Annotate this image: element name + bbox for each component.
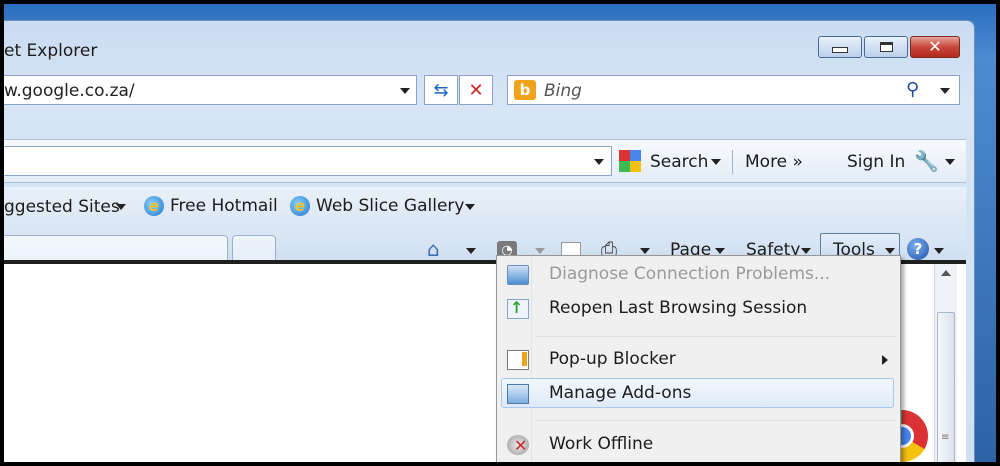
wrench-icon[interactable]: 🔧 <box>914 149 939 173</box>
search-icon[interactable]: ⚲ <box>906 79 919 100</box>
fav-suggested-label: ggested Sites <box>4 197 120 217</box>
address-bar[interactable]: w.google.co.za/ <box>4 75 417 105</box>
address-dropdown-icon[interactable] <box>400 88 410 94</box>
favorites-bar: ggested Sites e Free Hotmail e Web Slice G… <box>4 187 966 227</box>
maximize-button[interactable] <box>864 36 908 58</box>
manage-addons-icon <box>507 384 529 404</box>
more-button[interactable]: More » <box>745 152 803 172</box>
menu-item-label: Reopen Last Browsing Session <box>549 298 808 318</box>
menu-separator <box>537 420 895 421</box>
fav-suggested-sites[interactable]: ggested Sites <box>4 197 120 217</box>
work-offline-icon: ✕ <box>507 435 529 455</box>
menu-item-label: Pop-up Blocker <box>549 349 676 369</box>
screen-frame: et Explorer ✕ w.google.co.za/ ⇆ ✕ b Bing… <box>0 0 1000 466</box>
ie-page-icon: e <box>144 196 164 216</box>
menu-item-popup-blocker[interactable]: Pop-up Blocker <box>497 345 900 375</box>
google-logo-icon <box>619 150 641 172</box>
google-field-dropdown-icon[interactable] <box>594 159 604 165</box>
minimize-icon <box>832 47 848 53</box>
window-title: et Explorer <box>4 41 98 61</box>
feeds-dropdown-icon[interactable] <box>535 248 545 254</box>
tools-dropdown-icon <box>885 248 895 254</box>
google-toolbar: Search More » Sign In 🔧 <box>4 139 966 183</box>
menu-item-label: Manage Add-ons <box>549 383 692 403</box>
home-icon[interactable]: ⌂ <box>427 237 440 261</box>
maximize-icon <box>879 42 893 52</box>
bing-logo-icon: b <box>514 80 536 100</box>
print-dropdown-icon[interactable] <box>640 248 650 254</box>
popup-blocker-icon <box>507 350 529 370</box>
menu-item-label: Work Offline <box>549 434 654 454</box>
network-diagnose-icon <box>507 265 529 285</box>
suggested-sites-dropdown-icon[interactable] <box>116 204 126 210</box>
google-search-button[interactable]: Search <box>650 152 708 172</box>
wrench-dropdown-icon[interactable] <box>945 159 955 165</box>
web-slice-dropdown-icon[interactable] <box>465 204 475 210</box>
menu-item-manage-addons[interactable]: Manage Add-ons <box>501 378 894 408</box>
refresh-button[interactable]: ⇆ <box>424 75 458 105</box>
stop-icon: ✕ <box>468 79 484 101</box>
fav-webslice-label: Web Slice Gallery <box>316 196 465 216</box>
menu-item-reopen-session[interactable]: ↑ Reopen Last Browsing Session <box>497 294 900 324</box>
safety-dropdown-icon[interactable] <box>801 248 811 254</box>
page-dropdown-icon[interactable] <box>715 248 725 254</box>
read-mail-icon[interactable] <box>561 242 581 256</box>
close-icon: ✕ <box>928 37 942 56</box>
help-icon[interactable]: ? <box>907 238 929 260</box>
fav-free-hotmail[interactable]: e Free Hotmail <box>144 196 278 216</box>
stop-button[interactable]: ✕ <box>459 75 493 105</box>
scroll-up-icon[interactable] <box>941 270 951 276</box>
search-dropdown-icon[interactable] <box>940 88 950 94</box>
menu-item-work-offline[interactable]: ✕ Work Offline <box>497 430 900 460</box>
minimize-button[interactable] <box>818 36 862 58</box>
scrollbar-thumb[interactable]: ≡ <box>937 312 955 462</box>
home-dropdown-icon[interactable] <box>466 248 476 254</box>
address-url: w.google.co.za/ <box>4 81 135 101</box>
menu-separator <box>537 336 895 337</box>
caption-buttons: ✕ <box>818 36 960 58</box>
submenu-arrow-icon <box>882 355 888 365</box>
fav-web-slice-gallery[interactable]: e Web Slice Gallery <box>290 196 464 216</box>
menu-item-diagnose-connection[interactable]: Diagnose Connection Problems... <box>497 260 900 290</box>
toolbar-separator <box>732 150 733 174</box>
search-box[interactable]: b Bing ⚲ <box>507 75 960 105</box>
vertical-scrollbar[interactable]: ≡ <box>934 264 957 462</box>
google-search-field[interactable] <box>4 146 612 176</box>
ie-page-icon: e <box>290 196 310 216</box>
fav-hotmail-label: Free Hotmail <box>170 196 278 216</box>
grip-icon: ≡ <box>941 432 950 443</box>
tools-menu: Diagnose Connection Problems... ↑ Reopen… <box>496 255 901 462</box>
google-search-dropdown-icon[interactable] <box>711 159 721 165</box>
refresh-icon: ⇆ <box>433 79 449 101</box>
sign-in-button[interactable]: Sign In <box>847 152 905 172</box>
help-dropdown-icon[interactable] <box>934 248 944 254</box>
search-input[interactable]: Bing <box>544 81 582 101</box>
menu-item-label: Diagnose Connection Problems... <box>549 264 831 284</box>
reopen-session-icon: ↑ <box>507 298 529 319</box>
close-window-button[interactable]: ✕ <box>910 36 960 58</box>
